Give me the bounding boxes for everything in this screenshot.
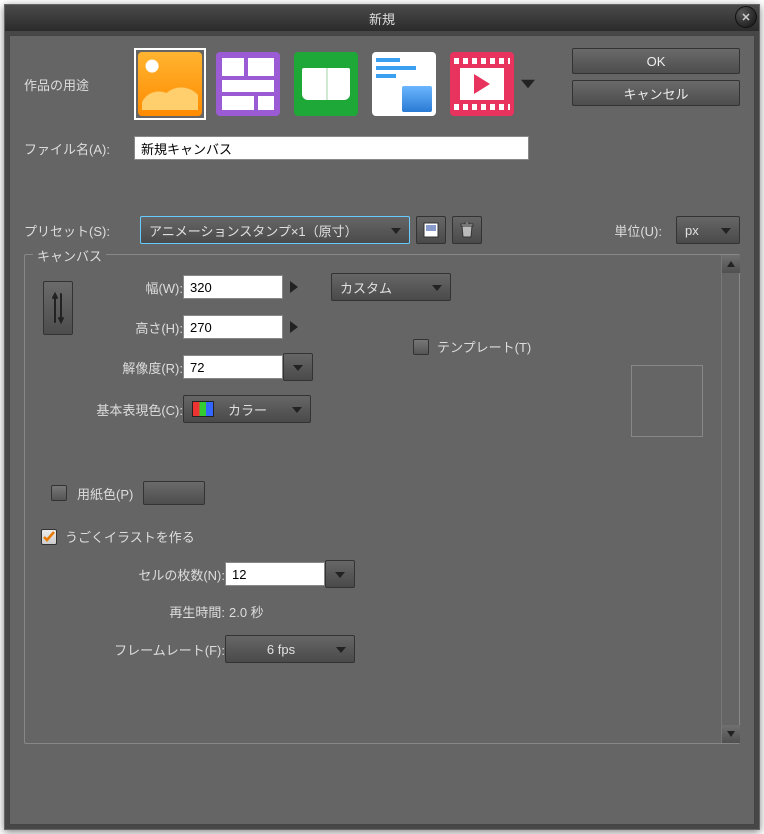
purpose-label: 作品の用途 xyxy=(24,75,134,94)
canvas-legend: キャンバス xyxy=(33,246,106,265)
size-preset-value: カスタム xyxy=(340,278,392,297)
resolution-input[interactable] xyxy=(183,355,283,379)
resolution-combo[interactable] xyxy=(283,353,313,381)
cancel-button[interactable]: キャンセル xyxy=(572,80,740,106)
template-row: テンプレート(T) xyxy=(413,337,531,356)
cells-label: セルの枚数(N): xyxy=(97,565,225,584)
animation-fields: セルの枚数(N): 再生時間: 2.0 秒 フレームレート(F): 6 fps xyxy=(97,560,723,663)
scroll-up-button[interactable] xyxy=(722,255,740,273)
purpose-print[interactable] xyxy=(368,48,440,120)
new-dialog: 新規 ✕ OK キャンセル 作品の用途 xyxy=(4,4,760,830)
filename-label: ファイル名(A): xyxy=(24,139,134,158)
preset-row: プリセット(S): アニメーションスタンプ×1（原寸） 単位(U): px xyxy=(24,216,740,244)
height-label: 高さ(H): xyxy=(77,318,183,337)
fps-label: フレームレート(F): xyxy=(97,640,225,659)
purpose-dropdown[interactable] xyxy=(518,48,538,120)
width-stepper[interactable] xyxy=(283,275,305,299)
color-mode-combo[interactable]: カラー xyxy=(183,395,311,423)
width-label: 幅(W): xyxy=(77,278,183,297)
duration-label: 再生時間: xyxy=(97,602,225,621)
chevron-down-icon xyxy=(293,360,303,375)
filename-input[interactable] xyxy=(134,136,529,160)
fps-value: 6 fps xyxy=(234,642,328,657)
paper-color-row: 用紙色(P) xyxy=(51,481,723,505)
swap-dimensions-button[interactable] xyxy=(43,281,73,335)
color-swatch-icon xyxy=(192,401,214,417)
fps-combo[interactable]: 6 fps xyxy=(225,635,355,663)
make-animation-label: うごくイラストを作る xyxy=(65,527,195,546)
template-checkbox[interactable] xyxy=(413,339,429,355)
scroll-down-button[interactable] xyxy=(722,725,740,743)
purpose-comic[interactable] xyxy=(212,48,284,120)
filename-row: ファイル名(A): xyxy=(24,136,740,160)
template-label: テンプレート(T) xyxy=(437,337,531,356)
cells-input[interactable] xyxy=(225,562,325,586)
chevron-down-icon xyxy=(721,223,731,238)
resolution-label: 解像度(R): xyxy=(77,358,183,377)
dialog-buttons: OK キャンセル xyxy=(572,48,740,106)
titlebar: 新規 ✕ xyxy=(5,5,759,31)
color-mode-label: 基本表現色(C): xyxy=(77,400,183,419)
chevron-down-icon xyxy=(432,280,442,295)
chevron-down-icon xyxy=(336,642,346,657)
animation-row: うごくイラストを作る xyxy=(41,527,723,546)
unit-value: px xyxy=(685,223,699,238)
size-preset-combo[interactable]: カスタム xyxy=(331,273,451,301)
chevron-down-icon xyxy=(292,402,302,417)
height-input[interactable] xyxy=(183,315,283,339)
dialog-title: 新規 xyxy=(369,9,395,28)
chevron-down-icon xyxy=(335,567,345,582)
width-input[interactable] xyxy=(183,275,283,299)
preset-label: プリセット(S): xyxy=(24,221,134,240)
make-animation-checkbox[interactable] xyxy=(41,529,57,545)
purpose-tiles xyxy=(134,48,518,120)
dialog-body: OK キャンセル 作品の用途 xyxy=(9,35,755,825)
canvas-preview xyxy=(631,365,703,437)
close-button[interactable]: ✕ xyxy=(735,6,757,28)
color-mode-value: カラー xyxy=(228,400,267,419)
purpose-animation[interactable] xyxy=(446,48,518,120)
cells-combo[interactable] xyxy=(325,560,355,588)
preset-combo[interactable]: アニメーションスタンプ×1（原寸） xyxy=(140,216,410,244)
height-stepper[interactable] xyxy=(283,315,305,339)
purpose-book[interactable] xyxy=(290,48,362,120)
preset-save-button[interactable] xyxy=(416,216,446,244)
paper-color-checkbox[interactable] xyxy=(51,485,67,501)
preset-value: アニメーションスタンプ×1（原寸） xyxy=(149,221,358,240)
canvas-group: キャンバス 幅(W): カスタム 高さ(H): xyxy=(24,254,740,744)
duration-value: 2.0 秒 xyxy=(229,602,264,621)
unit-combo[interactable]: px xyxy=(676,216,740,244)
chevron-down-icon xyxy=(391,223,401,238)
ok-button[interactable]: OK xyxy=(572,48,740,74)
paper-color-swatch[interactable] xyxy=(143,481,205,505)
vertical-scrollbar[interactable] xyxy=(721,255,739,743)
purpose-illustration[interactable] xyxy=(134,48,206,120)
preset-delete-button[interactable] xyxy=(452,216,482,244)
dimension-fields: 幅(W): カスタム 高さ(H): 解像度(R): xyxy=(77,273,723,423)
paper-color-label: 用紙色(P) xyxy=(77,484,133,503)
unit-label: 単位(U): xyxy=(614,221,662,240)
